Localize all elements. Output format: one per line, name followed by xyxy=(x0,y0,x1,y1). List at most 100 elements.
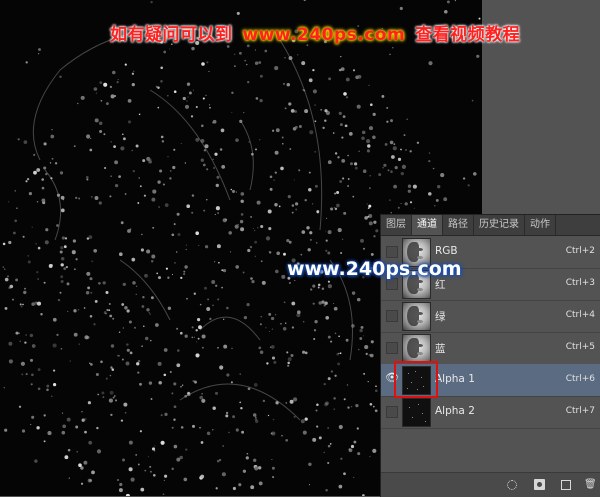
speckle xyxy=(258,481,263,486)
tab-channels[interactable]: 通道 xyxy=(412,215,443,235)
speckle xyxy=(74,268,76,271)
channel-row-alpha-2[interactable]: Alpha 2 Ctrl+7 xyxy=(381,396,600,429)
speckle xyxy=(201,124,204,128)
speckle xyxy=(334,152,338,155)
speckle xyxy=(260,224,264,229)
speckle xyxy=(286,351,289,354)
speckle xyxy=(267,414,270,417)
speckle xyxy=(288,281,291,285)
speckle xyxy=(59,250,63,254)
load-selection-icon[interactable] xyxy=(507,480,517,490)
channel-label: RGB xyxy=(435,245,458,257)
speckle xyxy=(131,149,133,152)
speckle xyxy=(204,286,207,290)
speckle xyxy=(370,353,374,358)
speckle xyxy=(195,353,200,358)
speckle xyxy=(31,415,35,419)
speckle xyxy=(267,209,272,214)
speckle xyxy=(269,175,273,179)
speckle xyxy=(191,424,196,428)
speckle xyxy=(102,396,105,399)
visibility-toggle[interactable] xyxy=(386,310,398,322)
speckle xyxy=(287,361,290,365)
speckle xyxy=(413,207,415,209)
speckle xyxy=(437,185,441,189)
speckle xyxy=(80,482,84,485)
face-icon xyxy=(402,334,431,363)
speckle xyxy=(323,451,325,454)
speckle xyxy=(239,373,241,375)
speckle xyxy=(205,94,207,97)
panel-tabs: 图层 通道 路径 历史记录 动作 xyxy=(381,215,600,236)
speckle xyxy=(347,185,350,187)
speckle xyxy=(87,478,92,483)
speckle xyxy=(361,130,366,135)
speckle xyxy=(109,85,113,89)
save-selection-icon[interactable] xyxy=(534,479,545,490)
tab-paths[interactable]: 路径 xyxy=(443,215,474,235)
speckle xyxy=(37,278,39,280)
channel-row-green[interactable]: 绿 Ctrl+4 xyxy=(381,300,600,333)
speckle xyxy=(241,430,245,434)
speckle xyxy=(31,344,36,348)
speckle xyxy=(353,476,355,478)
delete-channel-icon[interactable]: 🗑 xyxy=(584,479,597,490)
speckle xyxy=(342,115,346,118)
speckle xyxy=(271,466,275,470)
speckle xyxy=(124,193,127,195)
speckle xyxy=(163,373,167,377)
speckle xyxy=(278,205,281,208)
visibility-toggle[interactable] xyxy=(386,406,398,418)
speckle xyxy=(135,453,138,456)
visibility-toggle[interactable] xyxy=(386,246,398,258)
speckle xyxy=(56,333,59,337)
speckle xyxy=(339,180,343,183)
speckle xyxy=(230,188,233,191)
speckle xyxy=(8,240,12,245)
speckle xyxy=(363,373,365,375)
channel-shortcut: Ctrl+7 xyxy=(565,406,595,416)
tab-layers[interactable]: 图层 xyxy=(381,215,412,235)
speckle xyxy=(247,248,251,253)
speckle xyxy=(51,157,54,160)
speckle xyxy=(352,69,356,72)
speckle xyxy=(355,403,359,408)
speckle xyxy=(314,320,318,324)
speckle xyxy=(206,431,211,436)
speckle xyxy=(84,335,89,340)
speckle xyxy=(372,448,377,453)
visibility-toggle[interactable] xyxy=(386,342,398,354)
tab-history[interactable]: 历史记录 xyxy=(474,215,525,235)
speckle xyxy=(186,100,188,102)
speckle xyxy=(67,310,69,313)
speckle xyxy=(31,302,35,306)
speckle xyxy=(144,273,148,278)
speckle xyxy=(329,443,332,445)
speckle xyxy=(61,236,65,240)
speckle xyxy=(403,134,406,137)
speckle xyxy=(186,204,191,209)
tab-actions[interactable]: 动作 xyxy=(525,215,556,235)
channel-shortcut: Ctrl+5 xyxy=(565,342,595,352)
speckle xyxy=(160,414,163,417)
speckle xyxy=(83,307,86,309)
speckle xyxy=(216,244,221,249)
speckle xyxy=(383,163,387,167)
speckle xyxy=(250,277,253,280)
speckle xyxy=(218,458,222,462)
speckle xyxy=(84,430,87,434)
speckle xyxy=(254,230,256,232)
speckle xyxy=(95,372,99,377)
speckle xyxy=(254,61,259,65)
speckle xyxy=(287,194,291,199)
new-channel-icon[interactable] xyxy=(561,480,571,490)
speckle xyxy=(269,346,272,348)
channel-row-alpha-1[interactable]: 👁 Alpha 1 Ctrl+6 xyxy=(381,361,600,398)
speckle xyxy=(304,198,307,202)
speckle xyxy=(136,362,140,366)
speckle xyxy=(4,428,8,432)
speckle xyxy=(314,184,318,188)
speckle xyxy=(367,215,370,218)
speckle xyxy=(333,397,336,400)
speckle xyxy=(327,461,330,465)
